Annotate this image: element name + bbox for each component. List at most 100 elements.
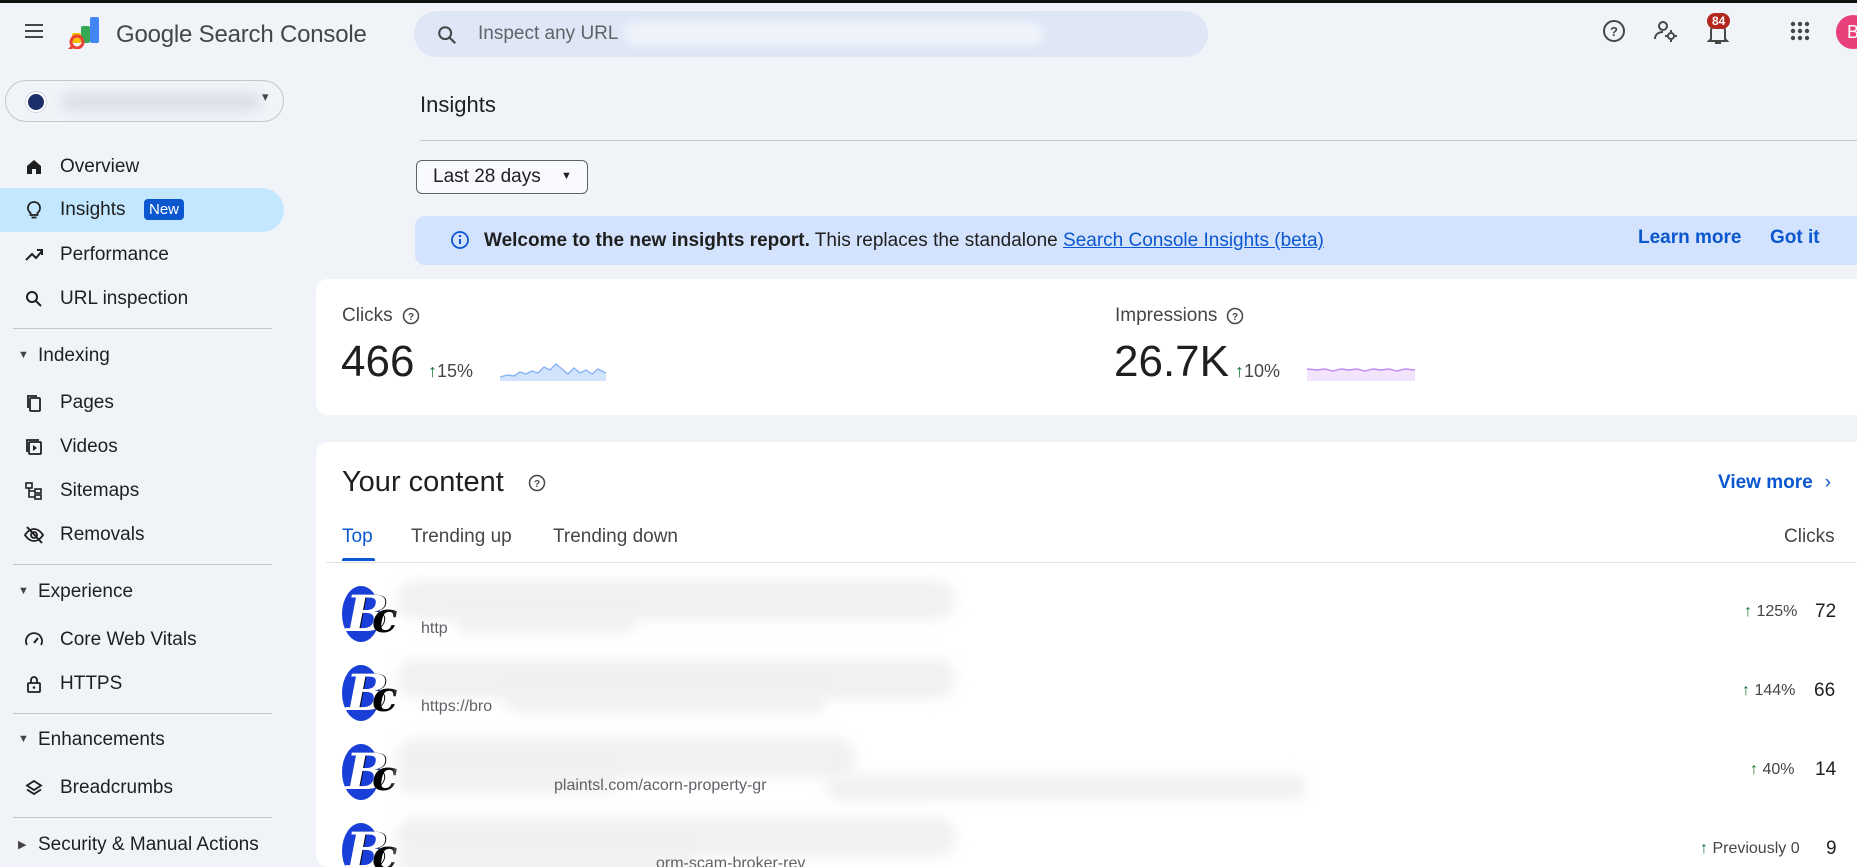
sidebar-item-label: Videos xyxy=(60,436,118,457)
redacted-page-url-tail xyxy=(826,774,1306,800)
impressions-label: Impressions xyxy=(1115,305,1218,326)
search-icon xyxy=(438,26,457,45)
hamburger-menu-icon[interactable] xyxy=(22,19,46,43)
page-title: Insights xyxy=(420,92,496,117)
clicks-value: 466 xyxy=(341,337,415,386)
url-inspect-search[interactable] xyxy=(414,11,1208,57)
sidebar-item-pages[interactable]: Pages xyxy=(0,381,284,425)
title-divider xyxy=(420,140,1857,141)
impressions-sparkline xyxy=(1307,368,1415,381)
sidebar-item-performance[interactable]: Performance xyxy=(0,233,284,277)
sidebar-item-label: Sitemaps xyxy=(60,480,140,501)
sidebar-item-label: Performance xyxy=(60,244,169,265)
sidebar-item-insights[interactable]: Insights New xyxy=(0,188,284,232)
sidebar-item-label: Insights xyxy=(60,199,126,220)
caret-down-icon: ▼ xyxy=(18,733,29,745)
learn-more-button[interactable]: Learn more xyxy=(1638,227,1741,249)
app-title: Google Search Console xyxy=(116,21,367,48)
layers-icon xyxy=(25,779,43,796)
sidebar-item-https[interactable]: HTTPS xyxy=(0,662,284,706)
metrics-card: Clicks ? 466 ↑15% Impressions ? 26.7K ↑1… xyxy=(316,279,1857,415)
row-clicks: 9 xyxy=(1826,838,1837,859)
help-icon[interactable]: ? xyxy=(402,307,420,325)
help-icon[interactable]: ? xyxy=(1226,307,1244,325)
svg-text:?: ? xyxy=(1610,24,1618,39)
sidebar-item-label: Breadcrumbs xyxy=(60,777,173,798)
sidebar-item-videos[interactable]: Videos xyxy=(0,425,284,469)
redacted-url-blur xyxy=(624,22,1044,46)
redacted-page-url xyxy=(456,612,636,634)
lightbulb-icon xyxy=(27,201,41,219)
chevron-right-icon: › xyxy=(1824,472,1832,493)
info-icon xyxy=(451,231,469,249)
caret-down-icon: ▼ xyxy=(561,170,572,182)
svg-text:?: ? xyxy=(1232,312,1238,323)
section-label: Experience xyxy=(38,581,134,602)
sidebar-item-removals[interactable]: Removals xyxy=(0,513,284,557)
redacted-page-url xyxy=(506,689,826,713)
row-clicks: 14 xyxy=(1815,759,1837,780)
section-experience[interactable]: ▼ Experience xyxy=(0,575,284,611)
redacted-property-name xyxy=(61,92,261,112)
notification-count-badge: 84 xyxy=(1707,13,1731,29)
table-row[interactable]: Bc http ↑ 125% 72 xyxy=(326,572,1857,650)
section-security-manual-actions[interactable]: ▶ Security & Manual Actions xyxy=(0,828,284,864)
redacted-page-url xyxy=(396,849,696,867)
sidebar-item-url-inspection[interactable]: URL inspection xyxy=(0,277,284,321)
arrow-up-icon: ↑ xyxy=(428,361,437,381)
sidebar-item-label: URL inspection xyxy=(60,288,189,309)
row-clicks: 72 xyxy=(1815,601,1837,622)
caret-right-icon: ▶ xyxy=(18,839,27,851)
row-delta: ↑ 40% xyxy=(1750,761,1794,779)
section-label: Indexing xyxy=(38,345,110,366)
tab-trending-down[interactable]: Trending down xyxy=(553,526,678,548)
arrow-up-icon: ↑ xyxy=(1744,603,1757,620)
table-row[interactable]: Bc https://bro ↑ 144% 66 xyxy=(326,651,1857,729)
arrow-up-icon: ↑ xyxy=(1742,682,1755,699)
sidebar-item-core-web-vitals[interactable]: Core Web Vitals xyxy=(0,618,284,662)
search-console-logo[interactable] xyxy=(68,15,106,49)
section-indexing[interactable]: ▼ Indexing xyxy=(0,339,284,375)
table-row[interactable]: Bc plaintsl.com/acorn-property-gr ↑ 40% … xyxy=(326,730,1857,808)
sidebar-item-sitemaps[interactable]: Sitemaps xyxy=(0,469,284,513)
welcome-banner: Welcome to the new insights report. This… xyxy=(415,216,1857,265)
row-delta: ↑ 125% xyxy=(1744,603,1797,621)
got-it-button[interactable]: Got it xyxy=(1770,227,1820,249)
page-thumbnail: Bc xyxy=(342,584,400,642)
row-delta: ↑ Previously 0 xyxy=(1700,840,1800,858)
page-thumbnail: Bc xyxy=(342,742,400,800)
help-icon[interactable]: ? xyxy=(528,474,546,492)
arrow-up-icon: ↑ xyxy=(1750,761,1763,778)
clicks-delta-value: 15% xyxy=(437,361,474,381)
sidebar-item-label: Removals xyxy=(60,524,145,545)
your-content-title: Your content xyxy=(342,466,504,498)
manage-users-icon[interactable] xyxy=(1651,16,1681,46)
table-row[interactable]: Bc orm-scam-broker-rev ↑ Previously 0 9 xyxy=(326,809,1857,867)
sidebar-item-label: Core Web Vitals xyxy=(60,629,197,650)
row-delta-value: Previously 0 xyxy=(1712,840,1800,857)
view-more-link[interactable]: View more › xyxy=(1718,472,1831,494)
row-clicks: 66 xyxy=(1814,680,1836,701)
svg-text:?: ? xyxy=(408,312,414,323)
speed-gauge-icon xyxy=(25,632,43,646)
tab-trending-up[interactable]: Trending up xyxy=(411,526,512,548)
row-delta-value: 40% xyxy=(1762,761,1795,778)
sitemap-icon xyxy=(25,482,42,500)
apps-grid-icon[interactable] xyxy=(1785,16,1815,46)
sidebar-item-breadcrumbs[interactable]: Breadcrumbs xyxy=(0,766,284,810)
new-badge: New xyxy=(144,199,185,220)
help-icon[interactable]: ? xyxy=(1599,16,1629,46)
tab-top[interactable]: Top xyxy=(342,526,373,548)
arrow-up-icon: ↑ xyxy=(1235,361,1244,381)
row-delta-value: 125% xyxy=(1756,603,1798,620)
sidebar-item-overview[interactable]: Overview xyxy=(0,145,284,189)
clicks-column-header: Clicks xyxy=(1784,526,1835,547)
svg-text:?: ? xyxy=(534,479,540,490)
account-avatar[interactable]: B xyxy=(1836,15,1857,49)
date-range-dropdown[interactable]: Last 28 days ▼ xyxy=(416,160,588,194)
insights-beta-link[interactable]: Search Console Insights (beta) xyxy=(1063,230,1324,251)
section-enhancements[interactable]: ▼ Enhancements xyxy=(0,723,284,759)
page-thumbnail: Bc xyxy=(342,663,400,721)
impressions-value: 26.7K xyxy=(1114,337,1229,386)
property-selector[interactable]: ▾ xyxy=(5,80,284,122)
